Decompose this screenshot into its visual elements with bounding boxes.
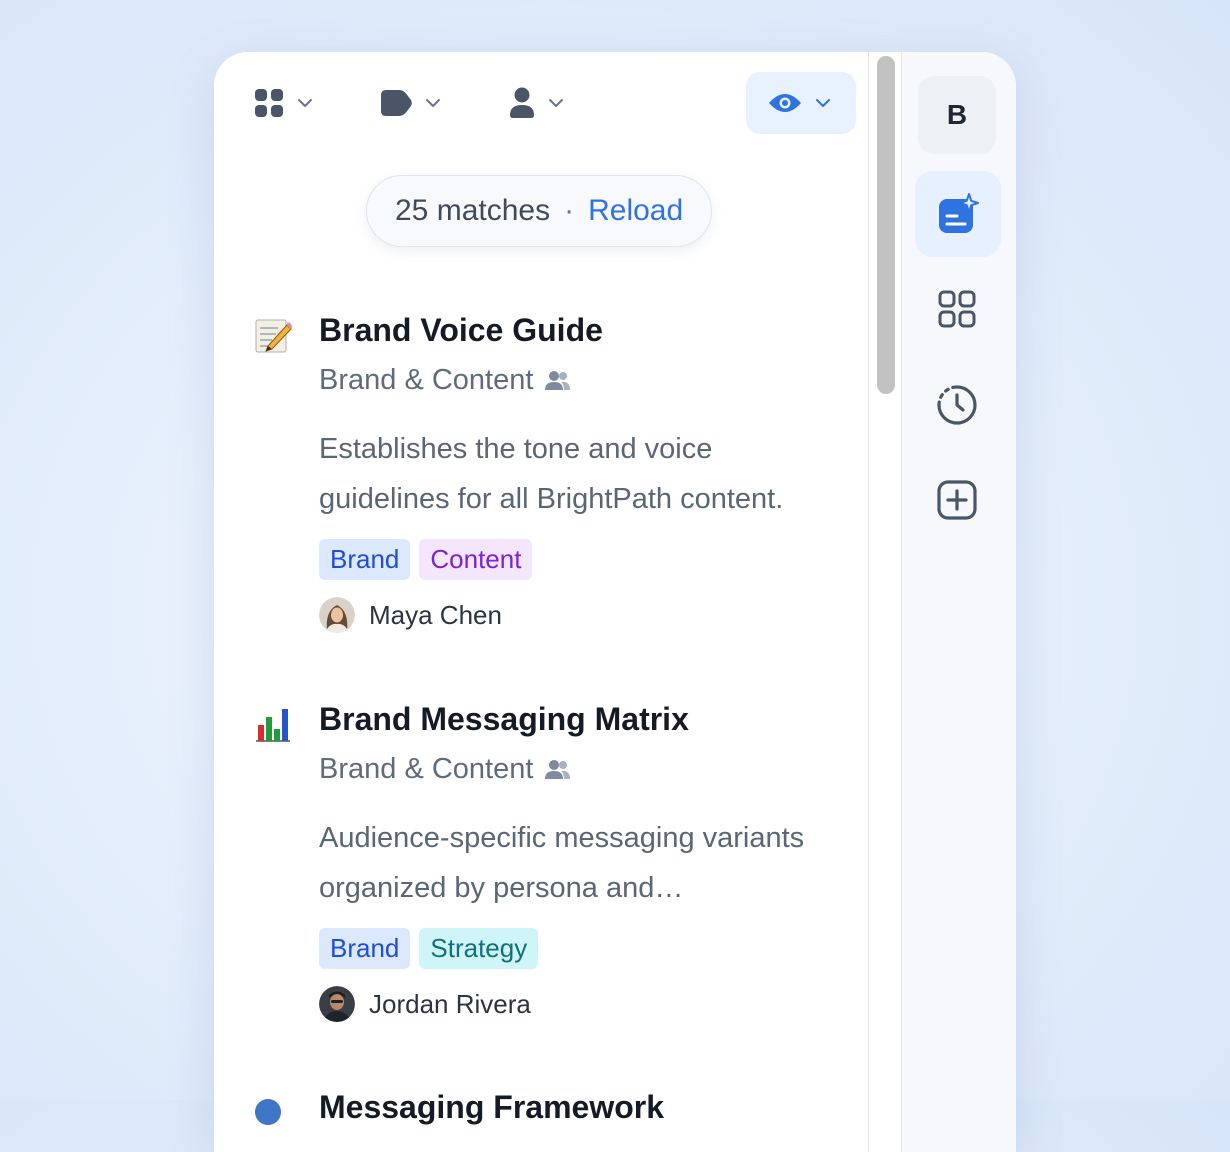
author: Maya Chen xyxy=(319,597,502,633)
chevron-down-icon xyxy=(426,99,440,107)
separator-dot: · xyxy=(564,194,575,227)
bar-chart-icon xyxy=(255,706,291,742)
visibility-filter-button[interactable] xyxy=(746,72,856,134)
add-button[interactable] xyxy=(918,461,996,539)
grid-icon xyxy=(255,89,283,117)
add-icon xyxy=(937,480,977,520)
reload-link[interactable]: Reload xyxy=(588,194,683,228)
type-filter-button[interactable] xyxy=(254,72,314,134)
tag-list: Brand Strategy xyxy=(319,928,539,969)
scrollbar-thumb[interactable] xyxy=(877,56,895,394)
tag-list: Brand Content xyxy=(319,539,533,580)
memo-icon xyxy=(255,319,292,353)
result-card[interactable]: Messaging Framework xyxy=(254,1089,844,1152)
tag-brand[interactable]: Brand xyxy=(319,539,411,580)
author: Jordan Rivera xyxy=(319,986,531,1022)
history-button[interactable] xyxy=(918,366,996,444)
result-card[interactable]: Brand Messaging Matrix Brand & Content A… xyxy=(254,701,844,1022)
search-results-panel: 25 matches · Reload Brand Voice Guide Br… xyxy=(214,52,868,1152)
group-icon xyxy=(545,759,571,779)
blue-circle-icon xyxy=(255,1099,281,1125)
ai-notes-icon xyxy=(939,193,979,233)
team-name: Brand & Content xyxy=(319,364,534,396)
chevron-down-icon xyxy=(816,99,830,107)
apps-grid-icon xyxy=(938,290,976,328)
tag-brand[interactable]: Brand xyxy=(319,928,411,969)
filter-toolbar xyxy=(214,52,868,152)
results-count: 25 matches xyxy=(395,194,551,227)
author-name: Jordan Rivera xyxy=(369,988,531,1019)
document-title[interactable]: Brand Messaging Matrix xyxy=(319,701,689,738)
app-window: 25 matches · Reload Brand Voice Guide Br… xyxy=(214,52,1016,1152)
tag-icon xyxy=(381,90,412,116)
chevron-down-icon xyxy=(549,99,563,107)
chevron-down-icon xyxy=(298,99,312,107)
owner-filter-button[interactable] xyxy=(509,72,565,134)
eye-icon xyxy=(769,94,801,112)
team-label: Brand & Content xyxy=(319,753,571,786)
avatar xyxy=(319,986,355,1022)
avatar xyxy=(319,597,355,633)
apps-button[interactable] xyxy=(918,270,996,348)
team-label: Brand & Content xyxy=(319,364,571,397)
tag-filter-button[interactable] xyxy=(380,72,442,134)
document-title[interactable]: Brand Voice Guide xyxy=(319,312,603,349)
person-icon xyxy=(510,87,534,118)
document-description: Audience-specific messaging variants org… xyxy=(319,822,805,904)
author-name: Maya Chen xyxy=(369,599,502,630)
workspace-avatar-button[interactable]: B xyxy=(918,76,996,154)
tag-content[interactable]: Content xyxy=(419,539,533,580)
results-count-pill: 25 matches · Reload xyxy=(366,175,713,247)
tag-strategy[interactable]: Strategy xyxy=(419,928,539,969)
result-card[interactable]: Brand Voice Guide Brand & Content Establ… xyxy=(254,312,844,633)
document-description: Establishes the tone and voice guideline… xyxy=(319,433,784,515)
document-title[interactable]: Messaging Framework xyxy=(319,1089,664,1126)
group-icon xyxy=(545,370,571,390)
right-rail: B xyxy=(902,52,1016,1152)
ai-notes-button[interactable] xyxy=(915,171,1001,257)
history-icon xyxy=(937,385,977,425)
scrollbar[interactable] xyxy=(868,52,902,1152)
team-name: Brand & Content xyxy=(319,753,534,785)
